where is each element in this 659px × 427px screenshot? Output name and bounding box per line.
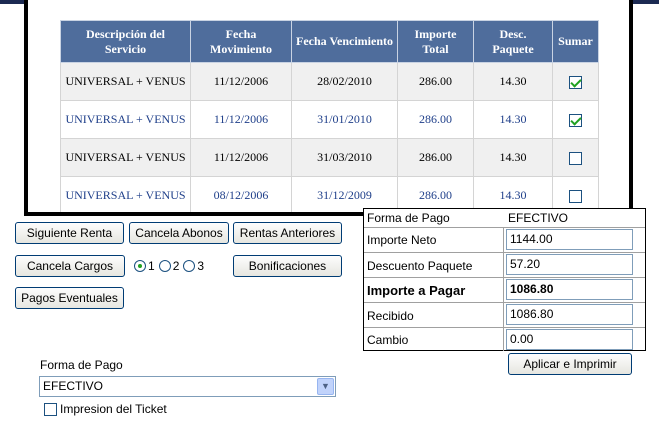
cell-desc-paquete: 14.30	[473, 62, 553, 101]
importe-pagar-label: Importe a Pagar	[367, 283, 466, 298]
cell-descripcion: UNIVERSAL + VENUS	[60, 62, 191, 101]
sumar-checkbox[interactable]	[569, 113, 582, 127]
cell-desc-paquete: 14.30	[473, 100, 553, 139]
chevron-down-icon[interactable]: ▼	[317, 378, 334, 395]
siguiente-renta-button[interactable]: Siguiente Renta	[15, 222, 124, 244]
radio-button-3[interactable]	[183, 260, 196, 272]
recibido-field[interactable]: 1086.80	[506, 304, 633, 325]
col-sumar[interactable]: Sumar	[552, 20, 599, 63]
table-row: UNIVERSAL + VENUS 11/12/2006 31/01/2010 …	[60, 100, 599, 139]
cell-descripcion: UNIVERSAL + VENUS	[60, 176, 191, 212]
recibido-row: Recibido 1086.80	[364, 303, 645, 328]
services-table: Descripción del Servicio Fecha Movimient…	[60, 20, 599, 212]
importe-pagar-row: Importe a Pagar 1086.80	[364, 278, 645, 303]
sumar-checkbox[interactable]	[569, 75, 582, 89]
cell-fecha-movimiento: 11/12/2006	[190, 100, 292, 139]
forma-pago-select-value: EFECTIVO	[43, 379, 104, 393]
payment-panel: Forma de Pago EFECTIVO Importe Neto 1144…	[363, 208, 646, 351]
forma-pago-label: Forma de Pago	[367, 211, 450, 225]
cell-descripcion: UNIVERSAL + VENUS	[60, 138, 191, 177]
table-row: UNIVERSAL + VENUS 11/12/2006 28/02/2010 …	[60, 62, 599, 101]
importe-neto-field[interactable]: 1144.00	[506, 229, 633, 250]
radio-option-2[interactable]: 2	[158, 259, 180, 273]
radio-group: 1 2 3	[134, 258, 208, 274]
bonificaciones-button[interactable]: Bonificaciones	[233, 255, 342, 277]
cancela-abonos-button[interactable]: Cancela Abonos	[129, 222, 229, 244]
descuento-paquete-row: Descuento Paquete 57.20	[364, 253, 645, 278]
cell-desc-paquete: 14.30	[473, 138, 553, 177]
ticket-option[interactable]: Impresion del Ticket	[44, 402, 167, 416]
sumar-checkbox[interactable]	[569, 189, 582, 203]
cell-fecha-vencimiento: 31/03/2010	[291, 138, 398, 177]
cell-sumar	[552, 100, 599, 139]
radio-button-1[interactable]	[134, 260, 146, 272]
rentas-anteriores-button[interactable]: Rentas Anteriores	[233, 222, 342, 244]
cell-fecha-movimiento: 08/12/2006	[190, 176, 292, 212]
ticket-checkbox[interactable]	[44, 402, 57, 416]
cell-fecha-movimiento: 11/12/2006	[190, 138, 292, 177]
cancela-cargos-button[interactable]: Cancela Cargos	[15, 255, 125, 277]
pagos-eventuales-button[interactable]: Pagos Eventuales	[15, 287, 124, 309]
col-descripcion[interactable]: Descripción del Servicio	[60, 20, 191, 63]
sumar-checkbox[interactable]	[569, 151, 582, 165]
col-fecha-vencimiento[interactable]: Fecha Vencimiento	[291, 20, 398, 63]
cell-importe-total: 286.00	[397, 138, 474, 177]
cell-importe-total: 286.00	[397, 100, 474, 139]
col-desc-paquete[interactable]: Desc. Paquete	[473, 20, 553, 63]
cambio-field[interactable]: 0.00	[506, 329, 633, 350]
forma-pago-select-label: Forma de Pago	[40, 358, 123, 372]
ticket-label: Impresion del Ticket	[60, 402, 167, 416]
forma-pago-value: EFECTIVO	[508, 211, 569, 225]
col-fecha-movimiento[interactable]: Fecha Movimiento	[190, 20, 292, 63]
radio-label-2: 2	[172, 259, 180, 273]
cambio-row: Cambio 0.00	[364, 328, 645, 351]
cell-sumar	[552, 138, 599, 177]
cell-sumar	[552, 62, 599, 101]
recibido-label: Recibido	[367, 309, 414, 323]
radio-option-3[interactable]: 3	[183, 259, 204, 273]
cell-importe-total: 286.00	[397, 62, 474, 101]
col-importe-total[interactable]: Importe Total	[397, 20, 474, 63]
radio-label-1: 1	[148, 259, 155, 273]
cell-fecha-vencimiento: 28/02/2010	[291, 62, 398, 101]
table-header-row: Descripción del Servicio Fecha Movimient…	[60, 20, 599, 63]
services-panel: Descripción del Servicio Fecha Movimient…	[24, 0, 633, 216]
cell-descripcion: UNIVERSAL + VENUS	[60, 100, 191, 139]
aplicar-imprimir-button[interactable]: Aplicar e Imprimir	[508, 353, 632, 375]
radio-label-3: 3	[197, 259, 205, 273]
importe-neto-row: Importe Neto 1144.00	[364, 228, 645, 253]
importe-pagar-field[interactable]: 1086.80	[506, 279, 633, 300]
cell-fecha-vencimiento: 31/01/2010	[291, 100, 398, 139]
forma-pago-row: Forma de Pago EFECTIVO	[364, 209, 645, 228]
descuento-paquete-label: Descuento Paquete	[367, 259, 473, 273]
radio-button-2[interactable]	[158, 260, 171, 272]
radio-option-1[interactable]: 1	[134, 259, 155, 273]
importe-neto-label: Importe Neto	[367, 233, 437, 247]
forma-pago-select[interactable]: EFECTIVO ▼	[39, 376, 336, 397]
cambio-label: Cambio	[367, 333, 409, 347]
descuento-paquete-field[interactable]: 57.20	[506, 254, 633, 275]
table-row: UNIVERSAL + VENUS 11/12/2006 31/03/2010 …	[60, 138, 599, 177]
cell-fecha-movimiento: 11/12/2006	[190, 62, 292, 101]
